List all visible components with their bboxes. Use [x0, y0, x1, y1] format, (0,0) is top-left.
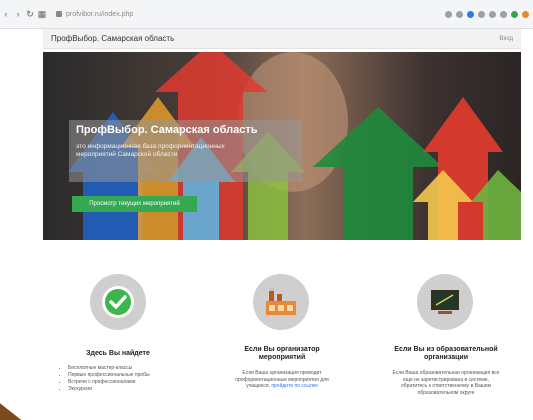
feature-find-list: Бесплатные мастер-классы Первые професси… [60, 365, 150, 393]
extension-icon[interactable] [467, 10, 474, 18]
extension-icons [445, 10, 533, 18]
feature-organizer-text: Если Ваша организация проводит профориен… [230, 370, 334, 390]
login-link[interactable]: Вход [499, 36, 521, 42]
reload-icon[interactable]: ↻ [24, 9, 36, 20]
feature-organizer-title: Если Вы организатор мероприятий [244, 346, 320, 361]
list-item: Бесплатные мастер-классы [68, 365, 150, 372]
forward-icon[interactable]: › [12, 9, 24, 19]
url-text: profvibor.ru/index.php [66, 10, 134, 18]
feature-school-title: Если Вы из образовательной организации [394, 346, 498, 361]
hero-description: это информационная база профориентационн… [76, 143, 225, 158]
list-item: Экскурсии [68, 386, 150, 393]
list-item: Первые профессиональные пробы [68, 372, 150, 379]
cart-icon[interactable] [500, 10, 507, 18]
browser-screen: ‹ › ↻ ▦ profvibor.ru/index.php ПрофВыбор… [0, 0, 533, 420]
lock-icon [56, 11, 62, 17]
hero-title: ПрофВыбор. Самарская область [76, 124, 258, 136]
browser-toolbar: ‹ › ↻ ▦ profvibor.ru/index.php [0, 0, 533, 29]
settings-icon[interactable] [522, 10, 529, 18]
feature-find-title: Здесь Вы найдете [86, 350, 150, 357]
follow-link[interactable]: пройдите по ссылке [271, 383, 318, 389]
hero-banner: ПрофВыбор. Самарская область это информа… [43, 52, 521, 240]
heart-icon[interactable] [489, 10, 496, 18]
checkmark-icon [90, 274, 146, 330]
view-events-button[interactable]: Просмотр текущих мероприятий [72, 196, 197, 212]
camera-icon[interactable] [456, 10, 463, 18]
back-icon[interactable]: ‹ [0, 9, 12, 19]
site-header: ПрофВыбор. Самарская область Вход [43, 29, 521, 49]
search-icon[interactable] [445, 10, 452, 18]
feature-school-text: Если Ваша образовательная организация вс… [392, 370, 500, 396]
factory-icon [253, 274, 309, 330]
chalkboard-icon [417, 274, 473, 330]
site-title[interactable]: ПрофВыбор. Самарская область [43, 34, 174, 43]
address-bar[interactable]: profvibor.ru/index.php [56, 11, 133, 18]
grid-icon[interactable]: ▦ [36, 9, 48, 20]
leaf-icon[interactable] [511, 10, 518, 18]
send-icon[interactable] [478, 10, 485, 18]
list-item: Встречи с профессионалами [68, 379, 150, 386]
